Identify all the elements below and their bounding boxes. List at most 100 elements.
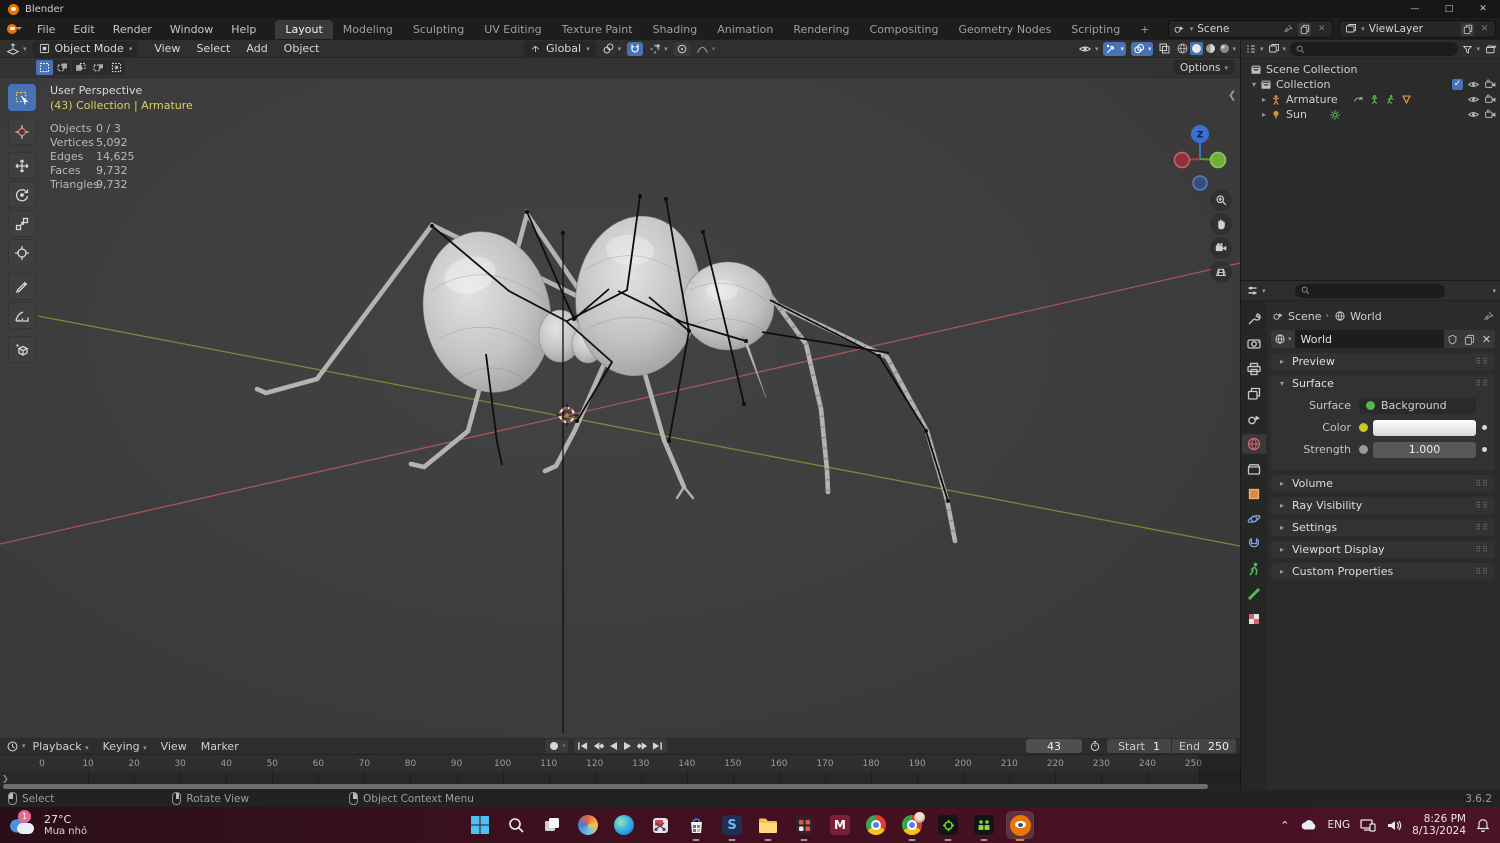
- menu-help[interactable]: Help: [222, 20, 265, 39]
- 3d-viewport[interactable]: ▾ Object Mode ▾ View Select Add Object G…: [0, 40, 1240, 738]
- toggle-orthographic-button[interactable]: [1210, 261, 1232, 283]
- options-dropdown[interactable]: Options ▾: [1173, 60, 1234, 75]
- menu-file[interactable]: File: [28, 20, 64, 39]
- auto-keying-toggle[interactable]: ▾: [545, 739, 568, 753]
- outliner-row-sun[interactable]: ▸ Sun: [1241, 107, 1500, 122]
- timeline-editor-type-button[interactable]: ▾: [6, 740, 26, 753]
- scale-tool-button[interactable]: [8, 210, 36, 237]
- maximize-button[interactable]: □: [1432, 0, 1466, 18]
- taskbar-app-edge[interactable]: [611, 812, 637, 838]
- onedrive-icon[interactable]: [1300, 819, 1318, 831]
- play-reverse-button[interactable]: [606, 740, 620, 752]
- taskbar-app-snipping-tool[interactable]: [647, 812, 673, 838]
- workspace-tab-layout[interactable]: Layout: [275, 19, 333, 39]
- expand-arrow-icon[interactable]: ▸: [1259, 95, 1269, 104]
- world-name-field[interactable]: World: [1294, 330, 1444, 348]
- unlink-scene-icon[interactable]: ✕: [1315, 23, 1328, 36]
- proportional-falloff-dropdown[interactable]: ▾: [696, 42, 715, 55]
- scene-selector[interactable]: ▾ Scene ✕: [1167, 20, 1334, 38]
- annotate-tool-button[interactable]: [8, 273, 36, 300]
- remove-view-layer-icon[interactable]: ✕: [1478, 23, 1491, 36]
- shading-rendered-button[interactable]: [1218, 42, 1231, 55]
- pan-hand-button[interactable]: [1210, 213, 1232, 235]
- show-gizmo-toggle[interactable]: ▾: [1103, 41, 1126, 56]
- taskbar-app-chrome-profile[interactable]: [899, 812, 925, 841]
- object-type-visibility-dropdown[interactable]: ▾: [1078, 42, 1098, 56]
- taskbar-app-chrome[interactable]: [863, 812, 889, 838]
- menu-view[interactable]: View: [154, 739, 194, 754]
- proportional-editing-toggle[interactable]: [673, 41, 690, 56]
- stopwatch-icon[interactable]: [1088, 740, 1101, 753]
- hide-eye-icon[interactable]: [1467, 78, 1480, 91]
- scene-properties-tab[interactable]: [1242, 409, 1266, 429]
- taskbar-app-copilot[interactable]: [575, 812, 601, 838]
- jump-to-start-button[interactable]: [576, 740, 590, 752]
- zoom-button[interactable]: [1210, 189, 1232, 211]
- minimize-button[interactable]: —: [1398, 0, 1432, 18]
- surface-shader-dropdown[interactable]: Background: [1359, 397, 1476, 414]
- object-data-properties-tab[interactable]: [1242, 559, 1266, 579]
- show-hidden-icons-chevron[interactable]: ⌃: [1280, 819, 1289, 832]
- menu-add[interactable]: Add: [238, 40, 275, 57]
- timeline-track[interactable]: [0, 772, 1241, 783]
- menu-window[interactable]: Window: [161, 20, 222, 39]
- timeline-scrollbar[interactable]: [0, 783, 1240, 790]
- view-layer-selector[interactable]: ▾ ViewLayer ✕: [1339, 20, 1496, 38]
- menu-render[interactable]: Render: [104, 20, 161, 39]
- properties-search-input[interactable]: [1294, 283, 1445, 298]
- taskbar-app-file-explorer[interactable]: [755, 812, 781, 841]
- shading-material-button[interactable]: [1204, 42, 1217, 55]
- taskbar-app-green-target-app[interactable]: [935, 812, 961, 841]
- snap-target-dropdown[interactable]: ▾: [649, 43, 668, 55]
- workspace-tab-texture-paint[interactable]: Texture Paint: [552, 20, 643, 39]
- workspace-tab-compositing[interactable]: Compositing: [860, 20, 949, 39]
- taskbar-app-green-people-app[interactable]: [971, 812, 997, 841]
- taskbar-app-store[interactable]: [683, 812, 709, 841]
- move-tool-button[interactable]: [8, 152, 36, 179]
- jump-to-end-button[interactable]: [651, 740, 665, 752]
- current-frame-field[interactable]: 43: [1026, 739, 1082, 753]
- world-id-dropdown[interactable]: ▾: [1271, 330, 1295, 348]
- taskbar-app-task-view[interactable]: [539, 812, 565, 838]
- outliner-row-scene-collection[interactable]: Scene Collection: [1241, 62, 1500, 77]
- disable-render-camera-icon[interactable]: [1484, 108, 1497, 121]
- properties-editor-type-button[interactable]: ▾: [1246, 284, 1266, 297]
- camera-view-button[interactable]: [1210, 237, 1232, 259]
- texture-properties-tab[interactable]: [1242, 609, 1266, 629]
- workspace-tab-animation[interactable]: Animation: [707, 20, 783, 39]
- workspace-tab-geometry-nodes[interactable]: Geometry Nodes: [948, 20, 1061, 39]
- expand-arrow-icon[interactable]: ▾: [1249, 80, 1259, 89]
- taskbar-app-remote-app[interactable]: [791, 812, 817, 841]
- measure-tool-button[interactable]: [8, 302, 36, 329]
- transform-tool-button[interactable]: [8, 239, 36, 266]
- scrollbar-thumb[interactable]: [3, 784, 1208, 789]
- menu-select[interactable]: Select: [188, 40, 238, 57]
- xray-toggle[interactable]: [1158, 42, 1171, 55]
- pin-icon[interactable]: [1281, 23, 1294, 36]
- mode-dropdown[interactable]: Object Mode ▾: [32, 40, 139, 57]
- animate-color-dot[interactable]: [1482, 425, 1487, 430]
- weather-widget[interactable]: 1 27°C Mưa nhỏ: [8, 810, 87, 837]
- editor-type-button[interactable]: ▾: [6, 42, 27, 56]
- physics-properties-tab[interactable]: [1242, 509, 1266, 529]
- pivot-point-dropdown[interactable]: ▾: [602, 42, 621, 55]
- taskbar-app-blender[interactable]: [1006, 811, 1034, 841]
- outliner-filter-id-dropdown[interactable]: ▾: [1268, 43, 1286, 55]
- network-icon[interactable]: [1360, 818, 1376, 832]
- volume-panel[interactable]: ▸ Volume ⠿⠿: [1271, 475, 1495, 492]
- ray-visibility-panel[interactable]: ▸ Ray Visibility ⠿⠿: [1271, 497, 1495, 514]
- select-mode-invert-button[interactable]: [90, 60, 107, 75]
- collection-properties-tab[interactable]: [1242, 459, 1266, 479]
- notifications-bell-icon[interactable]: [1476, 818, 1490, 832]
- add-cube-tool-button[interactable]: [8, 336, 36, 363]
- view-layer-properties-tab[interactable]: [1242, 384, 1266, 404]
- properties-options-dropdown[interactable]: ▾: [1492, 287, 1496, 295]
- output-properties-tab[interactable]: [1242, 359, 1266, 379]
- pin-icon[interactable]: [1482, 310, 1495, 323]
- select-mode-subtract-button[interactable]: [72, 60, 89, 75]
- tweak-select-tool-button[interactable]: [8, 84, 36, 111]
- new-view-layer-button[interactable]: [1461, 22, 1474, 36]
- expand-arrow-icon[interactable]: ▸: [1259, 110, 1269, 119]
- new-collection-button[interactable]: [1484, 43, 1497, 56]
- outliner-search-input[interactable]: [1290, 42, 1459, 56]
